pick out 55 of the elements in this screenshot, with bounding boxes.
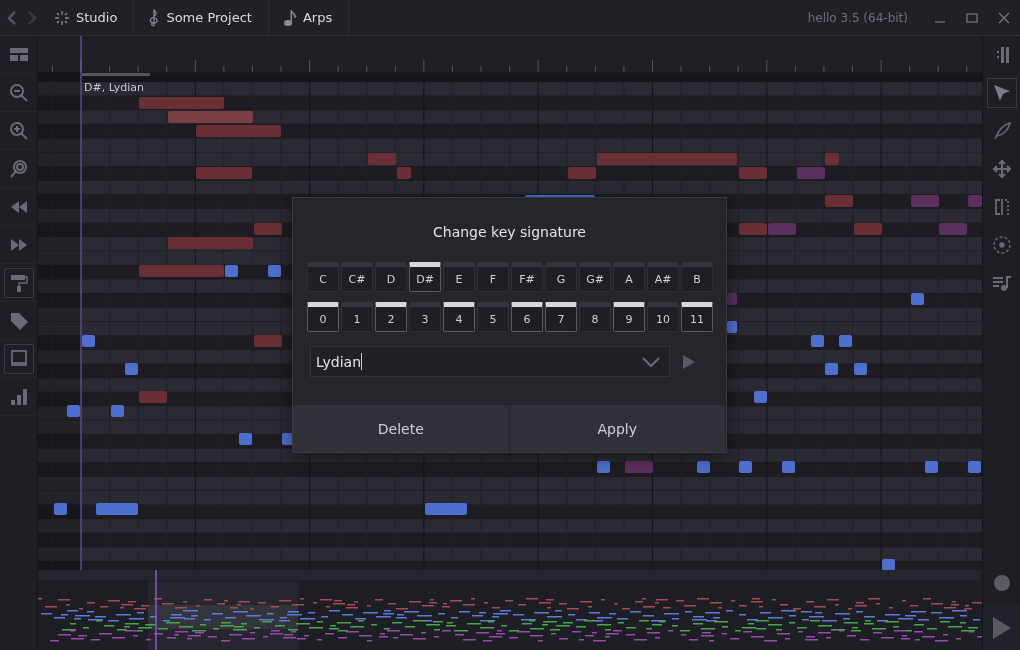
key-button[interactable]: A [613,262,645,292]
play-icon[interactable] [682,353,696,370]
toolbar-button[interactable] [3,267,34,298]
close-icon[interactable] [998,11,1010,24]
maximize-icon[interactable] [966,11,978,24]
feather-icon [991,121,1012,141]
key-button[interactable]: A# [647,262,679,292]
breadcrumb-item[interactable]: Arps [268,0,350,36]
chevron-down-icon [641,355,661,368]
key-button[interactable]: E [443,262,475,292]
zoom-in-icon [7,119,30,142]
window-title: hello 3.5 (64-bit) [807,10,908,25]
minimap-drawing[interactable] [38,570,982,650]
scale-degree-button[interactable]: 1 [341,302,373,332]
scale-degree-button[interactable]: 4 [443,302,475,332]
key-button[interactable]: B [681,262,713,292]
dialog-button[interactable]: Delete [293,405,510,452]
treble-clef-icon [148,8,161,27]
toolbar-button[interactable] [3,343,34,374]
scale-degree-button[interactable]: 3 [409,302,441,332]
key-button[interactable]: G [545,262,577,292]
scale-degree-button[interactable]: 11 [681,302,713,332]
dialog-button[interactable]: Apply [509,405,726,452]
play-button[interactable] [982,606,1020,650]
scale-degree-button[interactable]: 5 [477,302,509,332]
scale-degree-button[interactable]: 0 [307,302,339,332]
key-button[interactable]: C [307,262,339,292]
scale-degree-button[interactable]: 9 [613,302,645,332]
playlist-icon [991,273,1012,293]
key-button[interactable]: D [375,262,407,292]
scale-degree-button[interactable]: 7 [545,302,577,332]
breadcrumb-item[interactable]: Studio [40,0,135,36]
scale-degree-button[interactable]: 10 [647,302,679,332]
cursor-icon [991,83,1012,103]
music-note-icon [282,9,297,26]
magnifier-icon [7,157,30,180]
play-icon [991,616,1012,640]
key-button[interactable]: F# [511,262,543,292]
scale-degree-button[interactable]: 2 [375,302,407,332]
key-button[interactable]: C# [341,262,373,292]
breadcrumb-item[interactable]: Some Project [134,0,269,36]
key-button[interactable]: D# [409,262,441,292]
scale-combo-box[interactable]: Lydian [310,346,670,377]
zoom-out-icon [7,81,30,104]
sparkle-icon [54,9,70,26]
key-button[interactable]: G# [579,262,611,292]
scale-degree-button[interactable]: 6 [511,302,543,332]
dashed-circle-icon [991,235,1012,255]
move-icon [991,159,1012,179]
key-signature-label[interactable]: D#, Lydian [84,81,145,94]
record-icon[interactable] [992,574,1011,592]
key-button[interactable]: F [477,262,509,292]
tool-button[interactable] [986,78,1017,108]
scale-degree-button[interactable]: 8 [579,302,611,332]
dialog-title: Change key signature [432,224,587,240]
